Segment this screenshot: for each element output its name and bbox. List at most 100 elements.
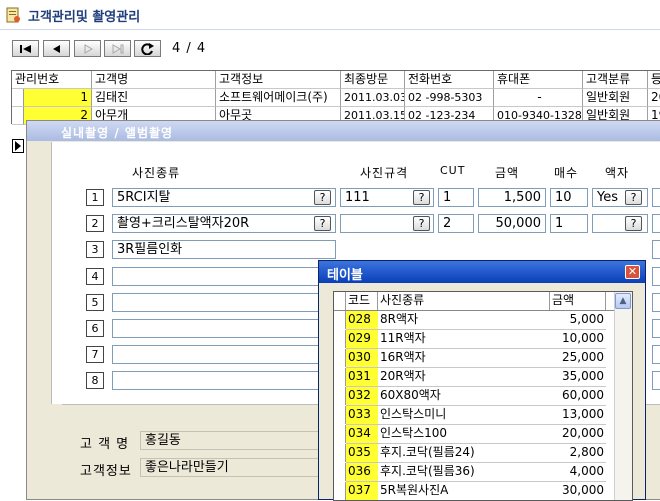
lookup-dialog-title-bar[interactable]: 테이블 ✕ bbox=[319, 261, 645, 283]
refresh-button[interactable] bbox=[134, 40, 161, 57]
lookup-row-lead[interactable] bbox=[334, 425, 346, 443]
amount-field[interactable]: 50,000 bbox=[478, 214, 546, 233]
table-cell-class[interactable]: 일반회원 bbox=[583, 89, 648, 107]
lookup-row-lead[interactable] bbox=[334, 368, 346, 386]
table-cell-mobile[interactable]: - bbox=[494, 89, 583, 107]
column-header-name[interactable]: 고객명 bbox=[92, 71, 216, 89]
extra-field[interactable] bbox=[652, 188, 660, 207]
lookup-row-name[interactable]: 5R복원사진A bbox=[378, 482, 550, 500]
lookup-row-amount[interactable]: 2,800 bbox=[550, 444, 606, 462]
extra-field[interactable] bbox=[652, 319, 660, 338]
table-cell-more[interactable]: 20 bbox=[648, 89, 660, 107]
table-cell-last-visit[interactable]: 2011.03.03 bbox=[341, 89, 405, 107]
column-header-more[interactable]: 등 bbox=[648, 71, 660, 89]
lookup-header-amount[interactable]: 금액 bbox=[550, 292, 606, 310]
column-header-id[interactable]: 관리번호 bbox=[12, 71, 92, 89]
column-header-last-visit[interactable]: 최종방문 bbox=[341, 71, 405, 89]
table-cell-info[interactable]: 소프트웨어메이크(주) bbox=[216, 89, 341, 107]
lookup-row-name[interactable]: 60X80액자 bbox=[378, 387, 550, 405]
lookup-row-code[interactable]: 029 bbox=[346, 330, 378, 348]
scroll-up-icon[interactable]: ▲ bbox=[615, 293, 631, 309]
photo-type-field[interactable] bbox=[112, 319, 336, 338]
customer-info-field[interactable]: 좋은나라만들기 bbox=[140, 458, 340, 477]
next-record-button[interactable] bbox=[74, 40, 101, 57]
amount-field[interactable]: 1,500 bbox=[478, 188, 546, 207]
lookup-row-name[interactable]: 후지.코닥(필름24) bbox=[378, 444, 550, 462]
lookup-row-code[interactable]: 036 bbox=[346, 463, 378, 481]
column-header-class[interactable]: 고객분류 bbox=[583, 71, 648, 89]
lookup-row-amount[interactable]: 25,000 bbox=[550, 349, 606, 367]
lookup-row-lead[interactable] bbox=[334, 444, 346, 462]
lookup-header-name[interactable]: 사진종류 bbox=[378, 292, 550, 310]
lookup-row-name[interactable]: 8R액자 bbox=[378, 311, 550, 329]
extra-field[interactable] bbox=[652, 345, 660, 364]
lookup-row-code[interactable]: 034 bbox=[346, 425, 378, 443]
lookup-row-name[interactable]: 20R액자 bbox=[378, 368, 550, 386]
count-field[interactable]: 10 bbox=[550, 188, 588, 207]
extra-field[interactable] bbox=[652, 371, 660, 390]
photo-type-lookup-button[interactable]: ? bbox=[314, 216, 331, 231]
photo-type-field[interactable] bbox=[112, 293, 336, 312]
photo-type-field[interactable]: 3R필름인화 bbox=[112, 240, 336, 259]
lookup-row-amount[interactable]: 4,000 bbox=[550, 463, 606, 481]
lookup-row-lead[interactable] bbox=[334, 349, 346, 367]
cut-field[interactable]: 2 bbox=[438, 214, 474, 233]
lookup-row-code[interactable]: 035 bbox=[346, 444, 378, 462]
lookup-row-name[interactable]: 16R액자 bbox=[378, 349, 550, 367]
lookup-row-amount[interactable]: 60,000 bbox=[550, 387, 606, 405]
lookup-row-code[interactable]: 028 bbox=[346, 311, 378, 329]
lookup-row-name[interactable]: 인스탁스100 bbox=[378, 425, 550, 443]
lookup-row-lead[interactable] bbox=[334, 311, 346, 329]
photo-type-field[interactable]: 5RCI지탈 bbox=[112, 188, 336, 207]
lookup-row-amount[interactable]: 30,000 bbox=[550, 482, 606, 500]
extra-field[interactable] bbox=[652, 214, 660, 233]
last-record-button[interactable] bbox=[104, 40, 131, 57]
table-cell-name[interactable]: 김태진 bbox=[92, 89, 216, 107]
photo-type-field[interactable]: 촬영+크리스탈액자20R bbox=[112, 214, 336, 233]
row-selector[interactable] bbox=[12, 107, 24, 125]
lookup-row-amount[interactable]: 5,000 bbox=[550, 311, 606, 329]
lookup-row-code[interactable]: 031 bbox=[346, 368, 378, 386]
photo-size-lookup-button[interactable]: ? bbox=[413, 190, 430, 205]
column-header-mobile[interactable]: 휴대폰 bbox=[494, 71, 583, 89]
extra-field[interactable] bbox=[652, 240, 660, 259]
first-record-button[interactable] bbox=[12, 40, 39, 57]
lookup-row-name[interactable]: 11R액자 bbox=[378, 330, 550, 348]
lookup-row-code[interactable]: 037 bbox=[346, 482, 378, 500]
cut-field[interactable]: 1 bbox=[438, 188, 474, 207]
photo-type-field[interactable] bbox=[112, 371, 336, 390]
lookup-row-lead[interactable] bbox=[334, 387, 346, 405]
lookup-row-name[interactable]: 후지.코닥(필름36) bbox=[378, 463, 550, 481]
frame-lookup-button[interactable]: ? bbox=[625, 190, 642, 205]
lookup-row-lead[interactable] bbox=[334, 463, 346, 481]
lookup-scrollbar[interactable] bbox=[614, 292, 632, 500]
row-selector[interactable] bbox=[12, 89, 24, 107]
table-cell-phone[interactable]: 02 -998-5303 bbox=[405, 89, 494, 107]
lookup-row-lead[interactable] bbox=[334, 330, 346, 348]
extra-field[interactable] bbox=[652, 293, 660, 312]
customer-name-field[interactable]: 홍길동 bbox=[140, 431, 340, 450]
column-header-phone[interactable]: 전화번호 bbox=[405, 71, 494, 89]
table-row-id[interactable]: 1 bbox=[24, 89, 92, 107]
count-field[interactable]: 1 bbox=[550, 214, 588, 233]
lookup-header-code[interactable]: 코드 bbox=[346, 292, 378, 310]
close-icon[interactable]: ✕ bbox=[625, 265, 640, 279]
lookup-row-code[interactable]: 030 bbox=[346, 349, 378, 367]
lookup-row-amount[interactable]: 10,000 bbox=[550, 330, 606, 348]
lookup-row-code[interactable]: 033 bbox=[346, 406, 378, 424]
frame-lookup-button[interactable]: ? bbox=[625, 216, 642, 231]
lookup-row-lead[interactable] bbox=[334, 406, 346, 424]
prev-record-button[interactable] bbox=[43, 40, 70, 57]
lookup-row-lead[interactable] bbox=[334, 482, 346, 500]
photo-type-lookup-button[interactable]: ? bbox=[314, 190, 331, 205]
extra-field[interactable] bbox=[652, 267, 660, 286]
lookup-row-amount[interactable]: 35,000 bbox=[550, 368, 606, 386]
column-header-info[interactable]: 고객정보 bbox=[216, 71, 341, 89]
photo-type-field[interactable] bbox=[112, 267, 336, 286]
lookup-row-amount[interactable]: 20,000 bbox=[550, 425, 606, 443]
lookup-row-name[interactable]: 인스탁스미니 bbox=[378, 406, 550, 424]
lookup-row-code[interactable]: 032 bbox=[346, 387, 378, 405]
photo-size-lookup-button[interactable]: ? bbox=[413, 216, 430, 231]
lookup-row-amount[interactable]: 13,000 bbox=[550, 406, 606, 424]
photo-type-field[interactable] bbox=[112, 345, 336, 364]
